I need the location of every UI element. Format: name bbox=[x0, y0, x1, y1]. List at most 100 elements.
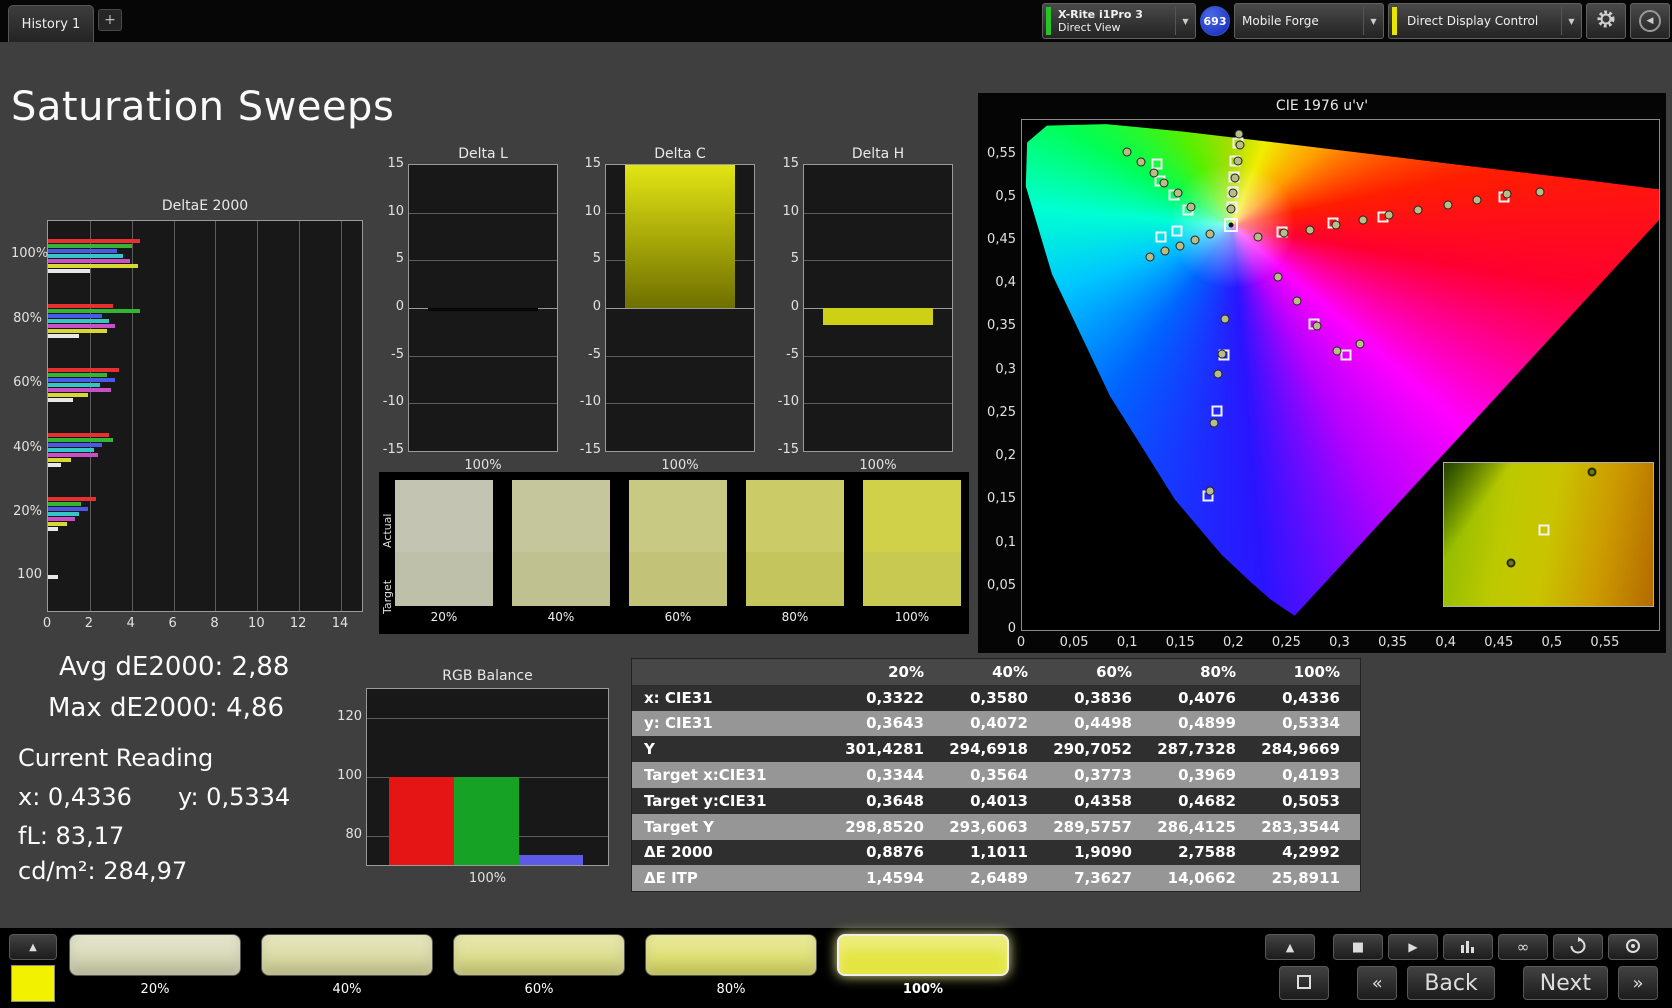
y-tick-label: 0,25 bbox=[987, 404, 1016, 420]
measurement-marker bbox=[1332, 346, 1342, 356]
deltae-bar bbox=[48, 324, 115, 328]
column-header: 40% bbox=[992, 662, 1028, 681]
arrow-left-icon: ◀ bbox=[1639, 10, 1661, 32]
table-value: 0,5334 bbox=[1282, 714, 1340, 733]
measurement-marker bbox=[1535, 187, 1545, 197]
continuous-measure-button[interactable]: ∞ bbox=[1498, 934, 1548, 960]
display-control-selector[interactable]: Direct Display Control ▼ bbox=[1388, 3, 1582, 39]
gridline bbox=[89, 221, 91, 611]
table-header-row: 20% 40% 60% 80% 100% bbox=[632, 659, 1360, 685]
tab-history-1[interactable]: History 1 bbox=[8, 5, 94, 42]
add-tab-button[interactable]: + bbox=[98, 9, 122, 31]
y-tick-label: 5 bbox=[395, 251, 404, 267]
patch-swatch bbox=[453, 934, 625, 976]
display-control-label: Direct Display Control bbox=[1407, 14, 1539, 28]
table-value: 0,3344 bbox=[866, 766, 924, 785]
next-chevrons-button[interactable]: » bbox=[1618, 966, 1658, 1000]
chevron-down-icon[interactable]: ▼ bbox=[1175, 7, 1195, 35]
rgb-balance-chart: RGB Balance 80 100 120 100% bbox=[330, 668, 625, 903]
delta-c-plot bbox=[605, 164, 755, 452]
double-chevron-right-icon: » bbox=[1632, 972, 1644, 994]
gridline bbox=[409, 212, 557, 214]
refresh-button[interactable] bbox=[1553, 934, 1603, 960]
play-button[interactable]: ▶ bbox=[1388, 934, 1438, 960]
measurement-marker bbox=[1384, 210, 1394, 220]
y-tick-label: 0,1 bbox=[995, 534, 1016, 550]
table-value: 286,4125 bbox=[1157, 817, 1236, 836]
source-selector[interactable]: Mobile Forge ▼ bbox=[1234, 3, 1384, 39]
measurement-marker bbox=[1472, 195, 1482, 205]
swatch-color bbox=[512, 480, 610, 606]
measurement-count-badge[interactable]: 693 bbox=[1200, 6, 1230, 36]
table-value: 1,1011 bbox=[970, 843, 1028, 862]
swatch-label: 100% bbox=[894, 610, 930, 624]
patch-button-60[interactable]: 60% bbox=[453, 934, 625, 997]
current-cdm2-reading: cd/m²: 284,97 bbox=[18, 857, 188, 885]
expand-controls-button[interactable]: ▲ bbox=[1265, 934, 1315, 960]
stop-button[interactable]: ■ bbox=[1333, 934, 1383, 960]
measurement-marker bbox=[1230, 173, 1240, 183]
current-patch-swatch[interactable] bbox=[11, 965, 55, 1002]
patch-button-80[interactable]: 80% bbox=[645, 934, 817, 997]
x-tick-label: 0,55 bbox=[1590, 635, 1620, 650]
next-button[interactable]: Next bbox=[1522, 966, 1608, 1000]
delta-l-chart: Delta L 15 10 5 0 -5 -10 -15 100% bbox=[374, 146, 559, 481]
deltae-bar bbox=[48, 304, 113, 308]
deltae-bar bbox=[48, 443, 103, 447]
back-button[interactable]: Back bbox=[1407, 966, 1495, 1000]
green-bar bbox=[454, 777, 519, 865]
gridline bbox=[409, 260, 557, 262]
table-value: 7,3627 bbox=[1074, 869, 1132, 888]
pattern-window-button[interactable] bbox=[1279, 966, 1330, 1000]
expand-patch-list-button[interactable]: ▲ bbox=[9, 934, 57, 960]
measurement-marker bbox=[1228, 188, 1238, 198]
measurement-marker bbox=[1159, 178, 1169, 188]
row-label: Target y:CIE31 bbox=[644, 791, 767, 810]
target-color bbox=[395, 551, 493, 606]
y-tick-label: 10 bbox=[387, 203, 404, 219]
deltae-bar bbox=[48, 497, 97, 501]
y-tick-label: -5 bbox=[391, 346, 404, 362]
back-chevrons-button[interactable]: « bbox=[1357, 966, 1398, 1000]
patch-button-20[interactable]: 20% bbox=[69, 934, 241, 997]
swatch-label: 60% bbox=[664, 610, 692, 624]
y-tick-label: 100% bbox=[11, 246, 49, 261]
table-value: 283,3544 bbox=[1261, 817, 1340, 836]
measurement-marker bbox=[1190, 235, 1200, 245]
row-label: Y bbox=[644, 740, 655, 759]
chart-title: Delta H bbox=[851, 146, 905, 162]
deltae-bar bbox=[48, 575, 59, 579]
measurement-marker bbox=[1235, 140, 1245, 150]
chart-title: Delta C bbox=[654, 146, 706, 162]
chevron-down-icon[interactable]: ▼ bbox=[1561, 7, 1581, 35]
patch-button-40[interactable]: 40% bbox=[261, 934, 433, 997]
y-tick-label: 40% bbox=[13, 440, 42, 455]
levels-button[interactable] bbox=[1443, 934, 1493, 960]
patch-label: 100% bbox=[902, 982, 944, 997]
y-tick-label: 0 bbox=[1007, 621, 1016, 636]
x-tick-label: 8 bbox=[210, 616, 219, 631]
deltae-bar bbox=[48, 329, 107, 333]
measurement-marker bbox=[1226, 204, 1236, 214]
collapse-panel-button[interactable]: ◀ bbox=[1630, 3, 1670, 39]
meter-selector[interactable]: X-Rite i1Pro 3 Direct View ▼ bbox=[1042, 3, 1196, 39]
target-color bbox=[746, 551, 844, 606]
y-tick-label: -10 bbox=[382, 394, 404, 410]
y-tick-label: 80 bbox=[345, 826, 362, 842]
stop-icon: ■ bbox=[1351, 939, 1365, 955]
measurement-marker bbox=[1443, 200, 1453, 210]
row-label: y: CIE31 bbox=[644, 714, 713, 733]
measurement-marker bbox=[1358, 215, 1368, 225]
deltae-bar bbox=[48, 254, 124, 258]
table-value: 290,7052 bbox=[1053, 740, 1132, 759]
gear-icon bbox=[1596, 9, 1616, 33]
column-header: 100% bbox=[1293, 662, 1340, 681]
current-y-reading: y: 0,5334 bbox=[178, 783, 291, 811]
deltae-bar bbox=[48, 517, 76, 521]
settings-button[interactable] bbox=[1586, 3, 1626, 39]
table-value: 293,6063 bbox=[949, 817, 1028, 836]
meter-text: X-Rite i1Pro 3 Direct View bbox=[1054, 8, 1147, 34]
patch-button-100[interactable]: 100% bbox=[837, 934, 1009, 997]
chevron-down-icon[interactable]: ▼ bbox=[1363, 7, 1383, 35]
capture-button[interactable] bbox=[1608, 934, 1658, 960]
